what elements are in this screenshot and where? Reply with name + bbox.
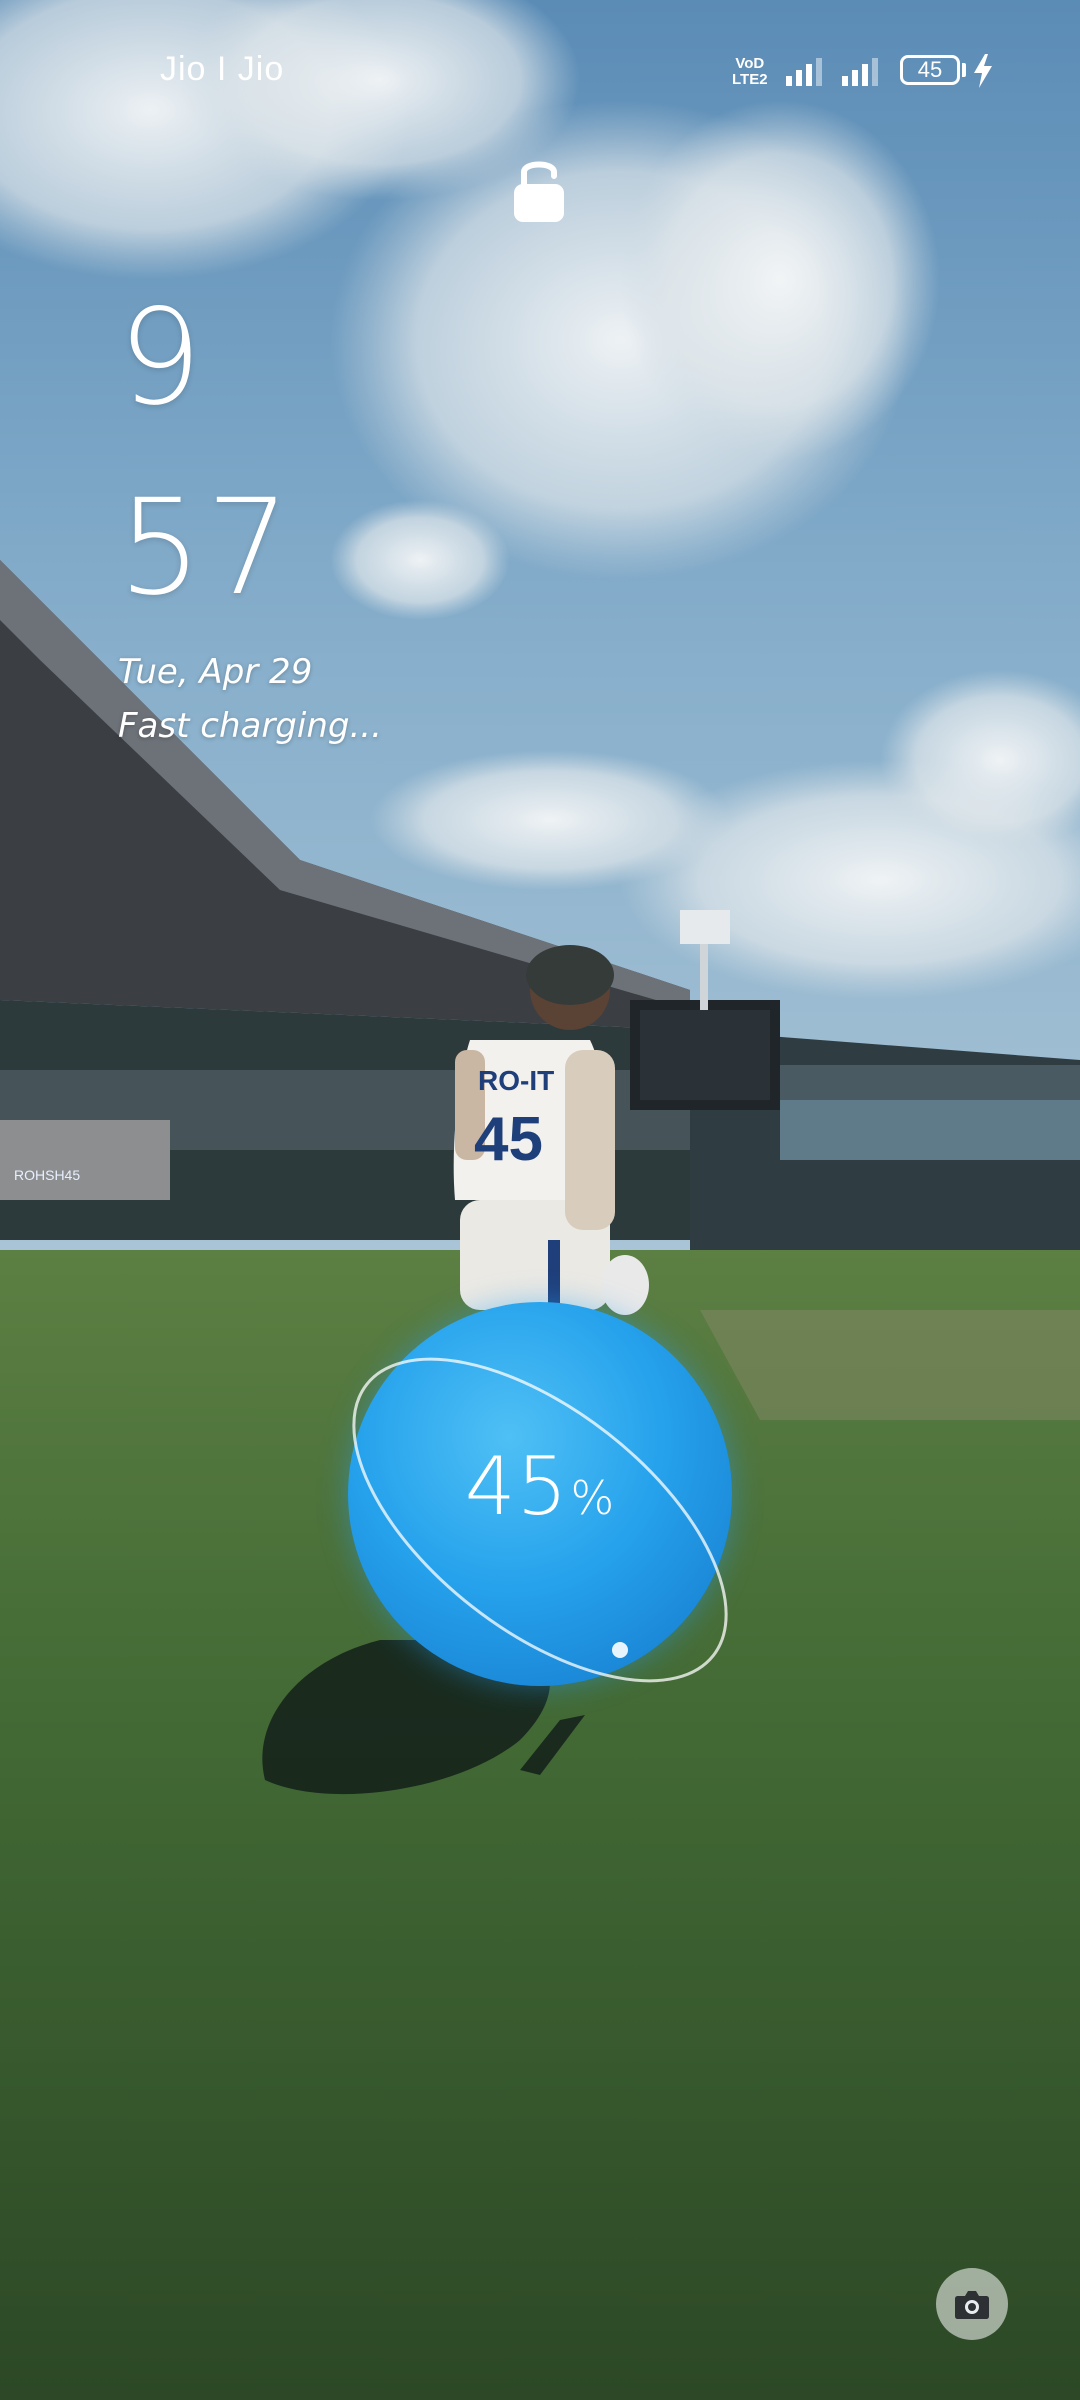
signal-1-icon (786, 58, 822, 86)
charging-bolt-icon (974, 54, 992, 88)
clock-hour: 9 (118, 281, 206, 435)
jersey-number: 45 (474, 1105, 543, 1174)
charge-percent-sign: % (570, 1471, 616, 1525)
charge-percent-label: 45% (320, 1440, 760, 1533)
charging-status-text: Fast charging... (118, 706, 382, 746)
battery-icon: 45 (900, 55, 960, 85)
volte-top-label: VoD (735, 55, 765, 72)
battery-level-text: 45 (917, 57, 943, 82)
date-text: Tue, Apr 29 (118, 652, 313, 692)
lock-screen: ROHSH45 RO-IT 45 Jio I Jio VoD LTE2 45 9… (0, 0, 1080, 2400)
battery-nub (962, 63, 966, 77)
volte-indicator: VoD LTE2 (732, 56, 768, 88)
padlock-unlocked-icon[interactable] (512, 154, 566, 224)
volte-bottom-label: LTE2 (732, 71, 768, 88)
jersey-name: RO-IT (478, 1065, 554, 1096)
camera-icon (955, 2291, 989, 2319)
charge-percent-value: 45 (464, 1440, 569, 1533)
charging-orb: 45% (320, 1290, 760, 1710)
carrier-name: Jio I Jio (160, 50, 285, 88)
clock-minute: 57 (118, 471, 294, 625)
status-bar: Jio I Jio VoD LTE2 45 (0, 0, 1080, 140)
signal-2-icon (842, 58, 878, 86)
camera-button[interactable] (936, 2268, 1008, 2340)
watermark-text: ROHSH45 (14, 1167, 80, 1183)
